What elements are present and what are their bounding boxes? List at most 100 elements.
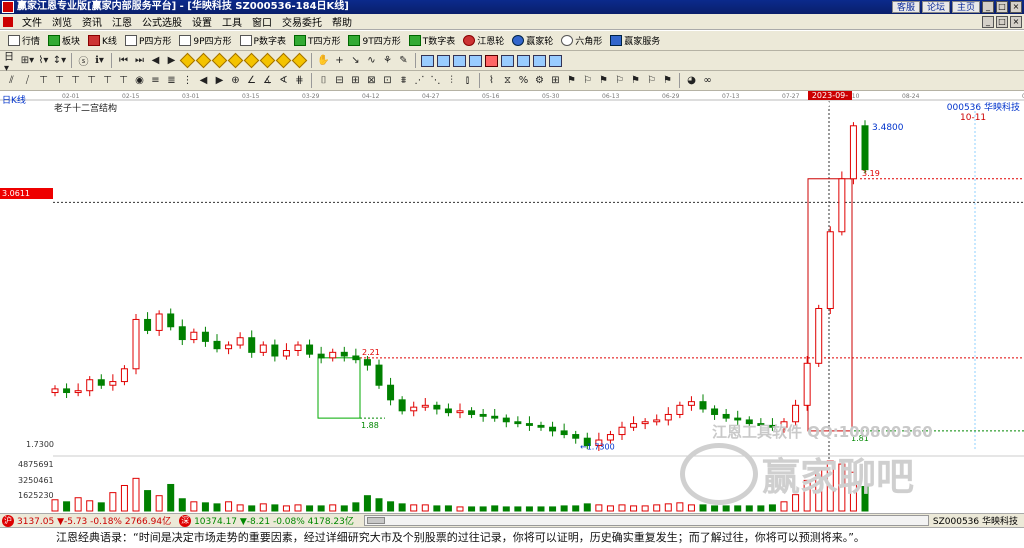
window-4-icon[interactable] [468, 53, 483, 68]
grid-2-icon[interactable]: ⋕ [292, 73, 307, 88]
time-4-icon[interactable]: ⊠ [364, 73, 379, 88]
menu-formula-screen[interactable]: 公式选股 [137, 14, 187, 29]
menu-info[interactable]: 资讯 [77, 14, 107, 29]
window-1-icon[interactable] [420, 53, 435, 68]
tool-9t-square[interactable]: 9T四方形 [344, 33, 404, 49]
flag-2-icon[interactable]: ⚐ [580, 73, 595, 88]
window-9-icon[interactable] [548, 53, 563, 68]
info-icon[interactable]: ℹ▾ [92, 53, 107, 68]
gann-tool-2-icon[interactable] [196, 53, 211, 68]
menu-trade[interactable]: 交易委托 [277, 14, 327, 29]
time-5-icon[interactable]: ⊡ [380, 73, 395, 88]
time-9-icon[interactable]: ⫶ [444, 73, 459, 88]
child-restore-button[interactable]: □ [996, 15, 1008, 28]
arrow-left-icon[interactable]: ◀ [196, 73, 211, 88]
tool-sectors[interactable]: 板块 [44, 33, 84, 49]
hline-2-icon[interactable]: ⊤ [52, 73, 67, 88]
flag-1-icon[interactable]: ⚑ [564, 73, 579, 88]
calendar-icon[interactable]: 日▾ [4, 52, 19, 74]
fib-2-icon[interactable]: ≣ [164, 73, 179, 88]
next-icon[interactable]: ▶ [164, 53, 179, 68]
draw-line-2-icon[interactable]: ⧸ [20, 73, 35, 88]
cycle-2-icon[interactable]: ⧖ [500, 73, 515, 88]
forum-link[interactable]: 论坛 [921, 1, 950, 13]
gann-circle-icon[interactable]: ◉ [132, 73, 147, 88]
horizontal-scrollbar[interactable] [363, 515, 929, 526]
fib-3-icon[interactable]: ⋮ [180, 73, 195, 88]
tool-quotes[interactable]: 行情 [4, 33, 44, 49]
homepage-link[interactable]: 主页 [951, 1, 980, 13]
gear-wheel-icon[interactable]: ⚙ [532, 73, 547, 88]
time-7-icon[interactable]: ⋰ [412, 73, 427, 88]
wave-icon[interactable]: ∿ [364, 53, 379, 68]
link-icon[interactable]: ∞ [700, 73, 715, 88]
color-wheel-icon[interactable]: ◕ [684, 73, 699, 88]
menu-help[interactable]: 帮助 [327, 14, 357, 29]
window-5-icon[interactable] [484, 53, 499, 68]
hline-4-icon[interactable]: ⊤ [84, 73, 99, 88]
tool-hexagon[interactable]: 六角形 [557, 33, 606, 49]
line-type-icon[interactable]: ⌇▾ [36, 53, 51, 68]
kline-chart-area[interactable]: 02-01 02-15 03-01 03-15 03-29 04-12 04-27 05-16… [0, 91, 1024, 513]
menu-file[interactable]: 文件 [17, 14, 47, 29]
menu-tools[interactable]: 工具 [217, 14, 247, 29]
fan-icon[interactable]: ⚘ [380, 53, 395, 68]
tool-winner-wheel[interactable]: 赢家轮 [508, 33, 557, 49]
percent-icon[interactable]: % [516, 73, 531, 88]
flag-6-icon[interactable]: ⚐ [644, 73, 659, 88]
window-8-icon[interactable] [532, 53, 547, 68]
gann-tool-1-icon[interactable] [180, 53, 195, 68]
pen-icon[interactable]: ✎ [396, 53, 411, 68]
hand-icon[interactable]: ✋ [316, 53, 331, 68]
tool-9p-square[interactable]: 9P四方形 [175, 33, 235, 49]
minimize-button[interactable]: _ [982, 1, 994, 13]
tool-kline[interactable]: K线 [84, 33, 121, 49]
child-minimize-button[interactable]: _ [982, 15, 994, 28]
flag-3-icon[interactable]: ⚑ [596, 73, 611, 88]
tool-gann-wheel[interactable]: 江恩轮 [459, 33, 508, 49]
target-icon[interactable]: ⊕ [228, 73, 243, 88]
maximize-button[interactable]: □ [996, 1, 1008, 13]
draw-line-1-icon[interactable]: ⫽ [4, 73, 19, 88]
window-3-icon[interactable] [452, 53, 467, 68]
gann-tool-7-icon[interactable] [276, 53, 291, 68]
scrollbar-thumb[interactable] [366, 517, 385, 524]
tool-p-table[interactable]: P数字表 [236, 33, 290, 49]
formula-icon[interactable]: ⓢ [76, 53, 91, 68]
menu-settings[interactable]: 设置 [187, 14, 217, 29]
axis-icon[interactable]: ↕▾ [52, 53, 67, 68]
time-3-icon[interactable]: ⊞ [348, 73, 363, 88]
service-link[interactable]: 客服 [891, 1, 920, 13]
square-nine-icon[interactable]: ⊞ [548, 73, 563, 88]
time-1-icon[interactable]: ⌷ [316, 73, 331, 88]
tool-service[interactable]: 赢家服务 [606, 33, 664, 49]
gann-tool-6-icon[interactable] [260, 53, 275, 68]
hline-3-icon[interactable]: ⊤ [68, 73, 83, 88]
flag-4-icon[interactable]: ⚐ [612, 73, 627, 88]
angle-2-icon[interactable]: ∡ [260, 73, 275, 88]
time-6-icon[interactable]: ⩩ [396, 73, 411, 88]
menu-browse[interactable]: 浏览 [47, 14, 77, 29]
prev-icon[interactable]: ◀ [148, 53, 163, 68]
angle-3-icon[interactable]: ∢ [276, 73, 291, 88]
cycle-1-icon[interactable]: ⌇ [484, 73, 499, 88]
time-8-icon[interactable]: ⋱ [428, 73, 443, 88]
last-bar-icon[interactable]: ⏭ [132, 53, 147, 68]
tool-p-square[interactable]: P四方形 [121, 33, 175, 49]
crosshair-icon[interactable]: + [332, 53, 347, 68]
hline-6-icon[interactable]: ⊤ [116, 73, 131, 88]
hline-5-icon[interactable]: ⊤ [100, 73, 115, 88]
angle-1-icon[interactable]: ∠ [244, 73, 259, 88]
window-7-icon[interactable] [516, 53, 531, 68]
gann-tool-3-icon[interactable] [212, 53, 227, 68]
gann-tool-5-icon[interactable] [244, 53, 259, 68]
arrow-icon[interactable]: ↘ [348, 53, 363, 68]
hline-1-icon[interactable]: ⊤ [36, 73, 51, 88]
time-10-icon[interactable]: ⫾ [460, 73, 475, 88]
fib-1-icon[interactable]: ≡ [148, 73, 163, 88]
window-6-icon[interactable] [500, 53, 515, 68]
flag-7-icon[interactable]: ⚑ [660, 73, 675, 88]
candle-type-icon[interactable]: ⊞▾ [20, 53, 35, 68]
tool-t-square[interactable]: T四方形 [290, 33, 345, 49]
first-bar-icon[interactable]: ⏮ [116, 53, 131, 68]
